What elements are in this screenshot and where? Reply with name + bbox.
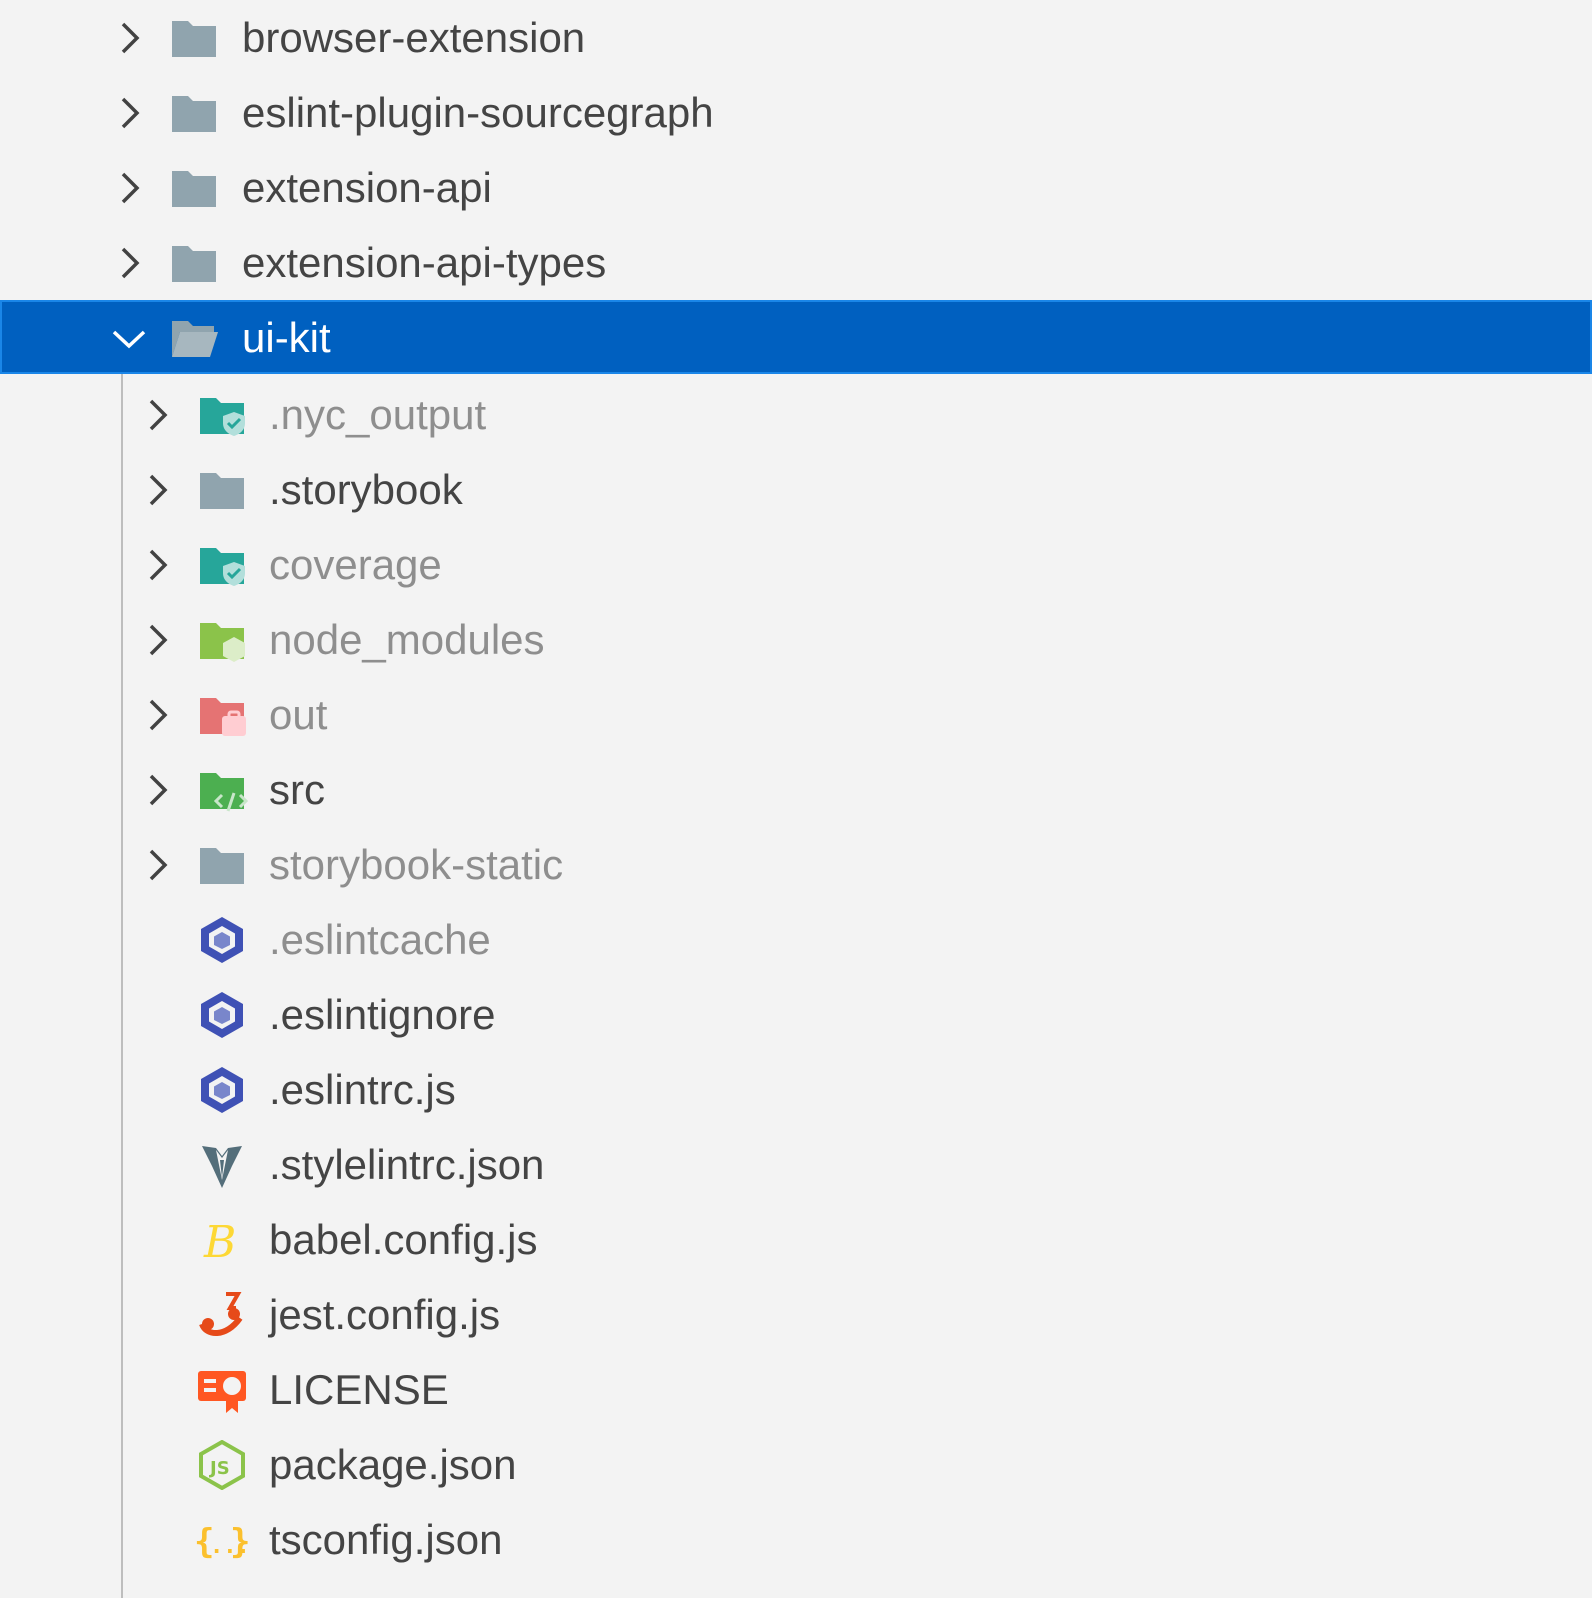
folder-icon bbox=[168, 88, 220, 138]
tree-item-label: node_modules bbox=[269, 616, 545, 663]
svg-text:B: B bbox=[203, 1217, 236, 1265]
folder-open-icon bbox=[168, 313, 220, 363]
chevron-right-icon[interactable] bbox=[140, 472, 174, 508]
tree-item-label: extension-api-types bbox=[242, 239, 607, 286]
chevron-right-icon[interactable] bbox=[140, 697, 174, 733]
tree-item-label: package.json bbox=[269, 1441, 517, 1488]
tree-folder-extension-api-types[interactable]: extension-api-types bbox=[0, 225, 1592, 301]
tree-item-label: tsconfig.json bbox=[269, 1516, 503, 1563]
tree-item-label: .stylelintrc.json bbox=[269, 1141, 545, 1188]
license-icon bbox=[196, 1365, 248, 1415]
folder-node-icon bbox=[196, 615, 248, 665]
tree-folder-src[interactable]: src bbox=[0, 752, 1592, 828]
tree-item-label: ui-kit bbox=[242, 314, 331, 361]
stylelint-icon bbox=[196, 1140, 248, 1190]
tree-item-label: .eslintcache bbox=[269, 916, 491, 963]
tree-item-label: coverage bbox=[269, 541, 442, 588]
chevron-right-icon[interactable] bbox=[140, 772, 174, 808]
babel-icon: B bbox=[196, 1215, 248, 1268]
nodejs-icon: JS bbox=[196, 1439, 248, 1491]
chevron-right-icon[interactable] bbox=[140, 622, 174, 658]
tree-folder-node-modules[interactable]: node_modules bbox=[0, 602, 1592, 678]
tree-item-label: .eslintrc.js bbox=[269, 1066, 456, 1113]
chevron-right-icon[interactable] bbox=[112, 245, 146, 281]
folder-icon bbox=[168, 13, 220, 63]
tree-file-stylelintrc-json[interactable]: .stylelintrc.json bbox=[0, 1127, 1592, 1203]
tree-item-label: src bbox=[269, 766, 325, 813]
eslint-icon bbox=[196, 1065, 248, 1115]
tree-file-eslintcache[interactable]: .eslintcache bbox=[0, 902, 1592, 978]
chevron-down-icon[interactable] bbox=[112, 320, 146, 356]
chevron-right-icon[interactable] bbox=[140, 397, 174, 433]
eslint-icon bbox=[196, 990, 248, 1040]
tree-item-label: extension-api bbox=[242, 164, 492, 211]
tree-item-label: browser-extension bbox=[242, 14, 586, 61]
folder-icon bbox=[196, 465, 248, 515]
tree-file-eslintrc-js[interactable]: .eslintrc.js bbox=[0, 1052, 1592, 1128]
folder-icon bbox=[196, 840, 248, 890]
tree-file-license[interactable]: LICENSE bbox=[0, 1352, 1592, 1428]
tree-item-label: babel.config.js bbox=[269, 1216, 538, 1263]
tree-item-label: jest.config.js bbox=[269, 1291, 501, 1338]
tree-item-label: .storybook bbox=[269, 466, 463, 513]
folder-coverage-icon bbox=[196, 540, 248, 590]
tree-folder-storybook-static[interactable]: storybook-static bbox=[0, 827, 1592, 903]
tree-folder-out[interactable]: out bbox=[0, 677, 1592, 753]
eslint-icon bbox=[196, 915, 248, 965]
tree-item-label: storybook-static bbox=[269, 841, 564, 888]
svg-text:JS: JS bbox=[208, 1458, 230, 1479]
chevron-right-icon[interactable] bbox=[140, 547, 174, 583]
chevron-right-icon[interactable] bbox=[112, 20, 146, 56]
tree-file-package-json[interactable]: JS package.json bbox=[0, 1427, 1592, 1503]
tree-folder-ui-kit[interactable]: ui-kit bbox=[0, 300, 1592, 374]
tree-folder-storybook[interactable]: .storybook bbox=[0, 452, 1592, 528]
tree-item-label: .nyc_output bbox=[269, 391, 487, 438]
folder-icon bbox=[168, 163, 220, 213]
tree-file-babel-config-js[interactable]: Bbabel.config.js bbox=[0, 1202, 1592, 1278]
json-braces-icon: {...} bbox=[194, 1515, 250, 1565]
folder-coverage-icon bbox=[196, 390, 248, 440]
jest-icon bbox=[196, 1290, 248, 1340]
chevron-right-icon[interactable] bbox=[112, 170, 146, 206]
tree-item-label: LICENSE bbox=[269, 1366, 449, 1413]
tree-folder-eslint-plugin-sourcegraph[interactable]: eslint-plugin-sourcegraph bbox=[0, 75, 1592, 151]
tree-file-tsconfig-json[interactable]: {...} tsconfig.json bbox=[0, 1502, 1592, 1578]
folder-icon bbox=[168, 238, 220, 288]
folder-src-icon bbox=[196, 765, 249, 815]
svg-text:}: } bbox=[230, 1522, 248, 1562]
tree-folder-extension-api[interactable]: extension-api bbox=[0, 150, 1592, 226]
tree-item-label: eslint-plugin-sourcegraph bbox=[242, 89, 714, 136]
folder-dist-icon bbox=[196, 690, 248, 740]
tree-folder-nyc-output[interactable]: .nyc_output bbox=[0, 377, 1592, 453]
tree-item-label: .eslintignore bbox=[269, 991, 496, 1038]
tree-file-eslintignore[interactable]: .eslintignore bbox=[0, 977, 1592, 1053]
tree-item-label: out bbox=[269, 691, 328, 738]
chevron-right-icon[interactable] bbox=[112, 95, 146, 131]
tree-folder-browser-extension[interactable]: browser-extension bbox=[0, 0, 1592, 76]
chevron-right-icon[interactable] bbox=[140, 847, 174, 883]
tree-folder-coverage[interactable]: coverage bbox=[0, 527, 1592, 603]
tree-file-jest-config-js[interactable]: jest.config.js bbox=[0, 1277, 1592, 1353]
